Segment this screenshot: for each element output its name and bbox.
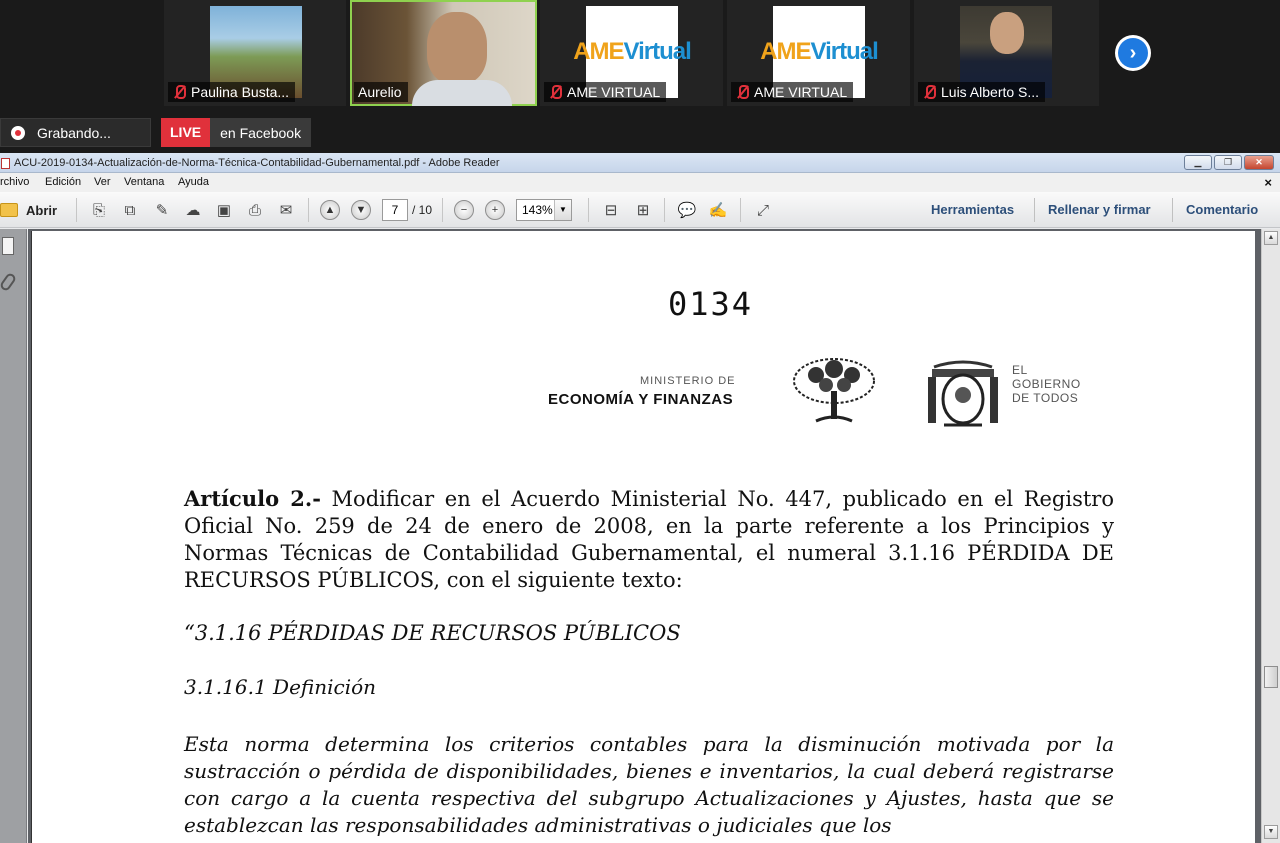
zoom-level-value: 143%	[522, 203, 553, 217]
save-icon[interactable]: ▣	[213, 199, 235, 221]
comment-link[interactable]: Comentario	[1186, 192, 1258, 228]
open-label: Abrir	[26, 202, 58, 218]
page-thumbnails-icon[interactable]	[2, 237, 14, 255]
comment-icon[interactable]: 💬	[676, 199, 698, 221]
mic-muted-icon	[548, 85, 562, 99]
attachments-icon[interactable]	[0, 271, 18, 293]
participant-face	[990, 12, 1024, 54]
zoom-level-select[interactable]: 143% ▼	[516, 199, 572, 221]
participant-tile-ame-virtual-2[interactable]: AME Virtual AME VIRTUAL	[727, 0, 910, 106]
participant-name: Luis Alberto S...	[941, 84, 1040, 100]
menu-archivo[interactable]: rchivo	[0, 173, 29, 192]
tree-logo-icon	[793, 358, 875, 423]
next-page-participants-button[interactable]: ›	[1115, 35, 1151, 71]
chevron-right-icon: ›	[1118, 38, 1148, 68]
recording-indicator[interactable]: Grabando...	[0, 118, 151, 147]
fullscreen-icon[interactable]: ⤢	[752, 199, 774, 221]
window-title: ACU-2019-0134-Actualización-de-Norma-Téc…	[14, 157, 500, 169]
navigation-pane	[0, 229, 27, 843]
participant-name-tag: Aurelio	[354, 82, 408, 102]
menu-bar: rchivo Edición Ver Ventana Ayuda ×	[0, 173, 1280, 192]
participant-name: AME VIRTUAL	[754, 84, 848, 100]
highlight-icon[interactable]: ✍	[707, 199, 729, 221]
document-number: 0134	[668, 285, 754, 323]
chevron-down-icon[interactable]: ▼	[554, 200, 571, 220]
video-participants-strip: Paulina Busta... Aurelio AME Virtual AME …	[0, 0, 1280, 153]
participant-name-tag: AME VIRTUAL	[544, 82, 667, 102]
mic-muted-icon	[172, 85, 186, 99]
article-text: Modificar en el Acuerdo Ministerial No. …	[184, 487, 1114, 592]
speaker-shirt	[412, 80, 512, 106]
scroll-down-icon[interactable]: ▼	[1264, 825, 1278, 839]
cloud-record-icon	[9, 125, 27, 140]
speaker-face	[427, 12, 487, 84]
gobierno-de-todos-text: EL GOBIERNO DE TODOS	[1012, 363, 1081, 405]
window-titlebar: ACU-2019-0134-Actualización-de-Norma-Téc…	[0, 153, 1280, 173]
recording-label: Grabando...	[37, 124, 111, 141]
subsection-title: 3.1.16.1 Definición	[184, 675, 377, 699]
section-title: “3.1.16 PÉRDIDAS DE RECURSOS PÚBLICOS	[184, 621, 681, 645]
participant-name-tag: AME VIRTUAL	[731, 82, 854, 102]
vertical-scrollbar[interactable]: ▲ ▼	[1261, 229, 1280, 843]
mic-muted-icon	[922, 85, 936, 99]
zoom-in-icon[interactable]: +	[485, 200, 505, 220]
minimize-button[interactable]: ▁	[1184, 155, 1212, 170]
export-pdf-icon[interactable]: ⧉	[119, 199, 141, 221]
print-icon[interactable]: ⎙	[244, 199, 266, 221]
scroll-up-icon[interactable]: ▲	[1264, 231, 1278, 245]
pdf-file-icon	[1, 158, 10, 169]
restore-button[interactable]: ❐	[1214, 155, 1242, 170]
tools-link[interactable]: Herramientas	[931, 192, 1014, 228]
fit-width-icon[interactable]: ⊞	[632, 199, 654, 221]
email-icon[interactable]: ✉	[275, 199, 297, 221]
close-window-button[interactable]: ✕	[1244, 155, 1274, 170]
participant-tile-luis[interactable]: Luis Alberto S...	[914, 0, 1099, 106]
ministry-prefix: MINISTERIO DE	[640, 375, 736, 387]
pdf-page: 0134 MINISTERIO DE ECONOMÍA Y FINANZAS E…	[31, 231, 1255, 843]
menu-ver[interactable]: Ver	[94, 173, 111, 192]
menu-ventana[interactable]: Ventana	[124, 173, 164, 192]
edit-pdf-icon[interactable]: ✎	[151, 199, 173, 221]
next-page-icon[interactable]: ▼	[351, 200, 371, 220]
participant-name: AME VIRTUAL	[567, 84, 661, 100]
document-viewport[interactable]: 0134 MINISTERIO DE ECONOMÍA Y FINANZAS E…	[28, 229, 1261, 843]
menu-edicion[interactable]: Edición	[45, 173, 81, 192]
participant-name: Paulina Busta...	[191, 84, 290, 100]
previous-page-icon[interactable]: ▲	[320, 200, 340, 220]
article-label: Artículo 2.-	[184, 486, 321, 511]
cloud-upload-icon[interactable]: ☁	[182, 199, 204, 221]
ministry-name: ECONOMÍA Y FINANZAS	[548, 391, 734, 408]
fill-sign-link[interactable]: Rellenar y firmar	[1048, 192, 1151, 228]
article-2-paragraph: Artículo 2.- Modificar en el Acuerdo Min…	[184, 485, 1114, 594]
close-document-icon[interactable]: ×	[1264, 173, 1272, 192]
live-stream-indicator[interactable]: LIVE en Facebook	[161, 118, 312, 147]
menu-ayuda[interactable]: Ayuda	[178, 173, 209, 192]
folder-icon	[0, 203, 18, 217]
page-number-input[interactable]: 7	[382, 199, 408, 221]
participant-name-tag: Paulina Busta...	[168, 82, 296, 102]
mic-muted-icon	[735, 85, 749, 99]
participant-name: Aurelio	[358, 84, 402, 100]
page-total-label: / 10	[412, 203, 433, 217]
main-toolbar: Abrir ⎘ ⧉ ✎ ☁ ▣ ⎙ ✉ ▲ ▼ 7 / 10 − + 143% …	[0, 192, 1280, 228]
participant-name-tag: Luis Alberto S...	[918, 82, 1046, 102]
create-pdf-icon[interactable]: ⎘	[88, 199, 110, 221]
fit-page-icon[interactable]: ⊟	[600, 199, 622, 221]
scrollbar-thumb[interactable]	[1264, 666, 1278, 688]
participant-tile-ame-virtual-1[interactable]: AME Virtual AME VIRTUAL	[540, 0, 723, 106]
participant-tile-aurelio[interactable]: Aurelio	[350, 0, 537, 106]
live-badge: LIVE	[161, 118, 211, 147]
coat-of-arms-icon	[928, 360, 998, 427]
open-button[interactable]: Abrir	[0, 199, 57, 221]
definition-paragraph: Esta norma determina los criterios conta…	[184, 732, 1114, 837]
live-label: en Facebook	[220, 124, 302, 141]
participant-tile-paulina[interactable]: Paulina Busta...	[164, 0, 346, 106]
adobe-reader-window: ACU-2019-0134-Actualización-de-Norma-Téc…	[0, 153, 1280, 843]
zoom-out-icon[interactable]: −	[454, 200, 474, 220]
